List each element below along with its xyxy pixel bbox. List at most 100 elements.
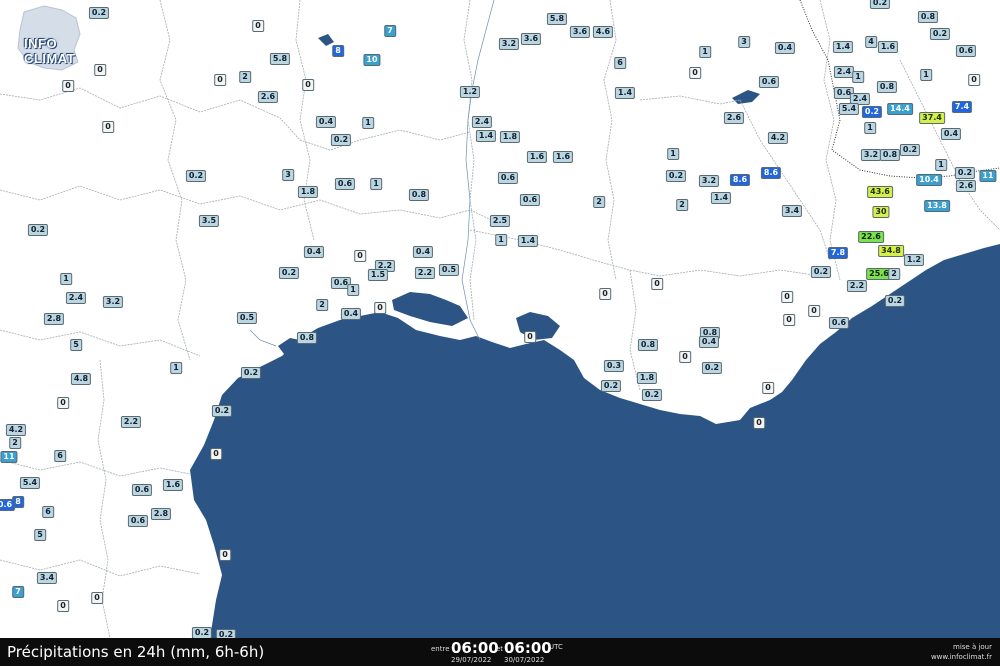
station-value[interactable]: 6 — [614, 57, 626, 69]
station-value[interactable]: 0.2 — [954, 167, 976, 179]
station-value[interactable]: 37.4 — [919, 112, 945, 124]
station-value[interactable]: 0.3 — [603, 360, 625, 372]
station-value[interactable]: 0 — [302, 79, 314, 91]
station-value[interactable]: 0.6 — [758, 76, 780, 88]
station-value[interactable]: 8.6 — [760, 167, 782, 179]
station-value[interactable]: 0.2 — [861, 106, 883, 118]
station-value[interactable]: 3.4 — [36, 572, 58, 584]
station-value[interactable]: 3.5 — [198, 215, 220, 227]
station-value[interactable]: 0.8 — [879, 149, 901, 161]
station-value[interactable]: 7.4 — [951, 101, 973, 113]
station-value[interactable]: 0.2 — [27, 224, 49, 236]
station-value[interactable]: 10.4 — [916, 174, 942, 186]
station-value[interactable]: 1.8 — [636, 372, 658, 384]
station-value[interactable]: 1 — [852, 71, 864, 83]
station-value[interactable]: 6 — [54, 450, 66, 462]
station-value[interactable]: 1.4 — [475, 130, 497, 142]
station-value[interactable]: 1.8 — [297, 186, 319, 198]
station-value[interactable]: 0 — [968, 74, 980, 86]
station-value[interactable]: 0.6 — [131, 484, 153, 496]
station-value[interactable]: 0 — [102, 121, 114, 133]
station-value[interactable]: 22.6 — [858, 231, 884, 243]
station-value[interactable]: 11 — [979, 170, 997, 182]
station-value[interactable]: 1.4 — [517, 235, 539, 247]
station-value[interactable]: 0 — [651, 278, 663, 290]
station-value[interactable]: 0.5 — [236, 312, 258, 324]
station-value[interactable]: 0.4 — [940, 128, 962, 140]
station-value[interactable]: 34.8 — [878, 245, 904, 257]
station-value[interactable]: 0.2 — [810, 266, 832, 278]
station-value[interactable]: 1 — [170, 362, 182, 374]
station-value[interactable]: 0.6 — [497, 172, 519, 184]
station-value[interactable]: 3.2 — [102, 296, 124, 308]
station-value[interactable]: 1 — [495, 234, 507, 246]
station-value[interactable]: 0 — [374, 302, 386, 314]
station-value[interactable]: 0.8 — [637, 339, 659, 351]
station-value[interactable]: 1.2 — [903, 254, 925, 266]
station-value[interactable]: 3.2 — [698, 175, 720, 187]
station-value[interactable]: 0 — [354, 250, 366, 262]
station-value[interactable]: 0.2 — [929, 28, 951, 40]
station-value[interactable]: 5.8 — [546, 13, 568, 25]
station-value[interactable]: 0 — [808, 305, 820, 317]
station-value[interactable]: 1 — [699, 46, 711, 58]
station-value[interactable]: 3 — [282, 169, 294, 181]
station-value[interactable]: 3.6 — [569, 26, 591, 38]
station-value[interactable]: 4.6 — [592, 26, 614, 38]
station-value[interactable]: 2.4 — [471, 116, 493, 128]
station-value[interactable]: 2 — [676, 199, 688, 211]
station-value[interactable]: 0 — [762, 382, 774, 394]
station-value[interactable]: 1 — [920, 69, 932, 81]
station-value[interactable]: 2.6 — [723, 112, 745, 124]
station-value[interactable]: 0.4 — [340, 308, 362, 320]
station-value[interactable]: 2 — [888, 268, 900, 280]
station-value[interactable]: 0.2 — [665, 170, 687, 182]
infoclimat-logo[interactable]: INFO CLIMAT — [4, 4, 104, 74]
station-value[interactable]: 0.4 — [303, 246, 325, 258]
station-value[interactable]: 1.6 — [162, 479, 184, 491]
station-value[interactable]: 2.2 — [414, 267, 436, 279]
station-value[interactable]: 0.2 — [278, 267, 300, 279]
station-value[interactable]: 2.4 — [65, 292, 87, 304]
station-value[interactable]: 0 — [91, 592, 103, 604]
station-value[interactable]: 0.4 — [412, 246, 434, 258]
station-value[interactable]: 0.6 — [828, 317, 850, 329]
station-value[interactable]: 3.4 — [781, 205, 803, 217]
station-value[interactable]: 0.2 — [215, 629, 237, 638]
station-value[interactable]: 0.6 — [0, 499, 16, 511]
station-value[interactable]: 5 — [70, 339, 82, 351]
station-value[interactable]: 3.2 — [498, 38, 520, 50]
station-value[interactable]: 0.2 — [185, 170, 207, 182]
station-value[interactable]: 2 — [9, 437, 21, 449]
station-value[interactable]: 1.4 — [832, 41, 854, 53]
station-value[interactable]: 0 — [252, 20, 264, 32]
station-value[interactable]: 6 — [42, 506, 54, 518]
precipitation-map[interactable]: 0.2 5.8 7 0 3.6 4.6 3.2 3.6 8 10 5.8 0 1 3 0.4 1.4 4 1.6 0… — [0, 0, 1000, 638]
station-value[interactable]: 0.8 — [876, 81, 898, 93]
station-value[interactable]: 2.2 — [120, 416, 142, 428]
station-value[interactable]: 2.8 — [43, 313, 65, 325]
station-value[interactable]: 5.4 — [838, 103, 860, 115]
station-value[interactable]: 0 — [210, 448, 222, 460]
station-value[interactable]: 5 — [34, 529, 46, 541]
station-value[interactable]: 0 — [219, 549, 231, 561]
station-value[interactable]: 1.6 — [877, 41, 899, 53]
station-value[interactable]: 10 — [363, 54, 381, 66]
station-value[interactable]: 0 — [57, 600, 69, 612]
station-value[interactable]: 2.8 — [150, 508, 172, 520]
station-value[interactable]: 1 — [667, 148, 679, 160]
station-value[interactable]: 1 — [370, 178, 382, 190]
station-value[interactable]: 0 — [57, 397, 69, 409]
station-value[interactable]: 0.6 — [334, 178, 356, 190]
station-value[interactable]: 0 — [689, 67, 701, 79]
station-value[interactable]: 43.6 — [867, 186, 893, 198]
station-value[interactable]: 4.2 — [767, 132, 789, 144]
station-value[interactable]: 0.4 — [698, 336, 720, 348]
station-value[interactable]: 0.8 — [408, 189, 430, 201]
station-value[interactable]: 0.2 — [701, 362, 723, 374]
station-value[interactable]: 0 — [599, 288, 611, 300]
station-value[interactable]: 1 — [347, 284, 359, 296]
station-value[interactable]: 7.8 — [827, 247, 849, 259]
station-value[interactable]: 0.2 — [211, 405, 233, 417]
station-value[interactable]: 4.2 — [5, 424, 27, 436]
